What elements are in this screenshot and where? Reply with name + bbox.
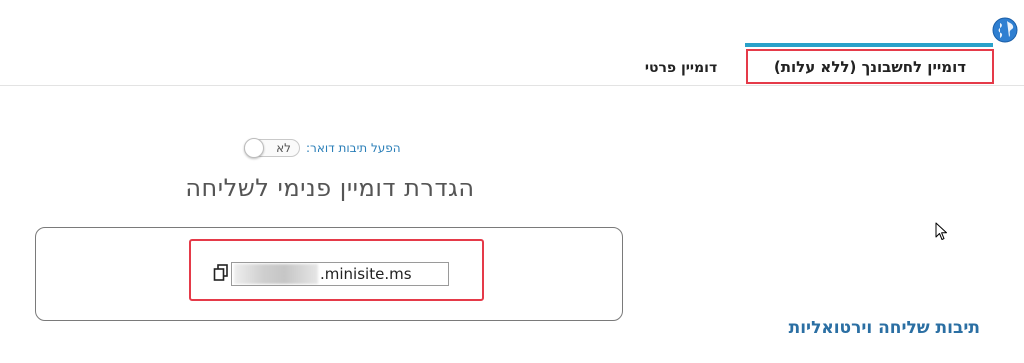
section-title: הגדרת דומיין פנימי לשליחה (185, 174, 475, 202)
tab-private-domain-label: דומיין פרטי (644, 60, 718, 76)
tab-account-domain-label: דומיין לחשבונך (ללא עלות) (773, 57, 967, 76)
domain-suffix: .minisite.ms (320, 265, 412, 283)
mailboxes-toggle-label: הפעל תיבות דואר: (306, 141, 401, 155)
redacted-subdomain (234, 264, 318, 284)
mailboxes-toggle[interactable]: לא (244, 138, 300, 158)
mailboxes-toggle-row: לא הפעל תיבות דואר: (244, 137, 401, 159)
globe-icon[interactable] (992, 17, 1018, 43)
tab-private-domain[interactable]: דומיין פרטי (626, 55, 736, 81)
internal-domain-field[interactable]: .minisite.ms (231, 262, 449, 286)
toggle-state-text: לא (276, 141, 291, 155)
tabs-divider (0, 85, 1024, 86)
copy-icon[interactable] (213, 264, 229, 282)
mouse-cursor-icon (935, 222, 949, 242)
active-tab-indicator (745, 43, 993, 47)
toggle-knob (244, 138, 264, 158)
virtual-mailboxes-link[interactable]: תיבות שליחה וירטואליות (780, 318, 980, 338)
tab-account-domain[interactable]: דומיין לחשבונך (ללא עלות) (746, 49, 994, 84)
